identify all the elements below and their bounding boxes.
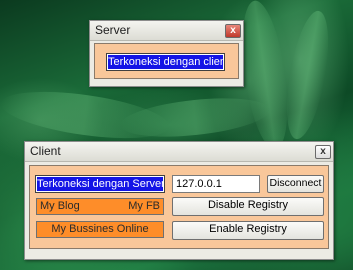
my-blog-link[interactable]: My Blog bbox=[40, 199, 80, 214]
server-status-label: Terkoneksi dengan client... bbox=[106, 53, 225, 71]
enable-registry-button[interactable]: Enable Registry bbox=[172, 221, 324, 240]
my-blog-fb-bar: My Blog My FB bbox=[36, 198, 164, 215]
server-window-title: Server bbox=[95, 23, 131, 37]
leaf-decor bbox=[118, 92, 272, 143]
my-fb-link[interactable]: My FB bbox=[128, 199, 160, 214]
disable-registry-button[interactable]: Disable Registry bbox=[172, 197, 324, 216]
server-window: Server x Terkoneksi dengan client... bbox=[89, 20, 244, 87]
client-window: Client x Terkoneksi dengan Server Discon… bbox=[24, 141, 334, 260]
disconnect-button[interactable]: Disconnect bbox=[267, 175, 324, 193]
close-icon: x bbox=[230, 25, 236, 36]
client-window-title: Client bbox=[30, 144, 61, 158]
ip-address-input[interactable] bbox=[172, 175, 260, 193]
client-close-button[interactable]: x bbox=[315, 145, 331, 159]
client-panel: Terkoneksi dengan Server Disconnect My B… bbox=[29, 165, 329, 249]
server-close-button[interactable]: x bbox=[225, 24, 241, 38]
leaf-decor bbox=[278, 7, 337, 143]
bussines-online-link[interactable]: My Bussines Online bbox=[36, 221, 164, 238]
server-panel: Terkoneksi dengan client... bbox=[94, 43, 239, 79]
server-titlebar[interactable]: Server x bbox=[90, 21, 243, 41]
client-status-label: Terkoneksi dengan Server bbox=[35, 175, 165, 193]
client-titlebar[interactable]: Client x bbox=[25, 142, 333, 162]
close-icon: x bbox=[320, 146, 326, 157]
